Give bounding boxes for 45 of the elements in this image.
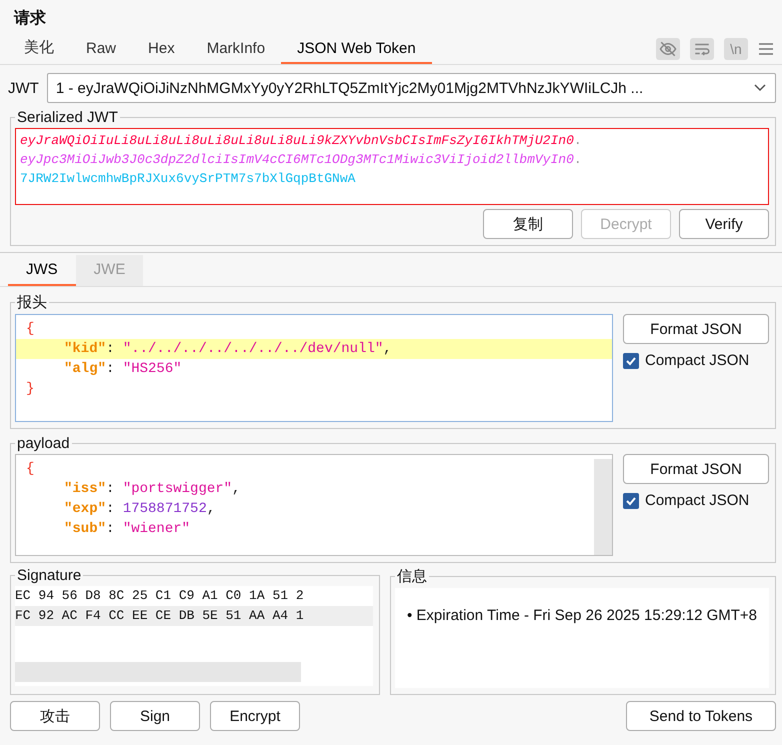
action-button[interactable]: Sign bbox=[110, 701, 200, 731]
format-json-button[interactable]: Format JSON bbox=[623, 314, 769, 344]
scrollbar[interactable] bbox=[594, 459, 612, 555]
action-button[interactable]: 攻击 bbox=[10, 701, 100, 731]
group-title: 报头 bbox=[16, 293, 48, 312]
group-title: Serialized JWT bbox=[16, 109, 119, 126]
action-button[interactable]: Encrypt bbox=[210, 701, 300, 731]
code-editor[interactable]: { "iss": "portswigger", "exp": 1758871752, "sub": "wiener" bbox=[15, 454, 613, 556]
tab[interactable]: Hex bbox=[132, 36, 191, 64]
action-button[interactable]: 复制 bbox=[483, 209, 573, 239]
eye-off-icon[interactable] bbox=[656, 38, 680, 60]
check-icon bbox=[625, 494, 637, 506]
code-line: { bbox=[25, 460, 36, 479]
action-button[interactable]: Verify bbox=[679, 209, 769, 239]
checkbox[interactable] bbox=[623, 352, 639, 368]
tab[interactable]: 美化 bbox=[8, 34, 70, 64]
code-line: "alg": "HS256" bbox=[63, 360, 183, 379]
group-title: payload bbox=[16, 435, 71, 452]
tab[interactable]: Raw bbox=[70, 36, 132, 64]
scrollbar[interactable] bbox=[15, 662, 301, 682]
group-title: 信息 bbox=[396, 567, 428, 586]
jwt-text[interactable]: eyJraWQiOiIuLi8uLi8uLi8uLi8uLi8uLi8uLi9kZXYvbnVsbCIsImFsZyI6IkhTMjU2In0. eyJpc3MiOiJwb3J0c3dpZ2dlciIsImV4cCI6MTc1ODg3MTc1Miwic3ViIjoid2llbmVyIn0. 7JRW2IwlwcmhwBpRJXux6vySrPTM7s7bXlGqpBtGNwA bbox=[15, 128, 769, 205]
tab[interactable]: MarkInfo bbox=[190, 36, 282, 64]
code-line: } bbox=[25, 380, 36, 399]
jwt-dropdown[interactable]: 1 - eyJraWQiOiJiNzNhMGMxYy0yY2RhLTQ5ZmItYjc2My01Mjg2MTVhNzJkYWIiLCJh ... bbox=[46, 73, 776, 103]
info-item: • Expiration Time - Fri Sep 26 2025 15:29:12 GMT+8 bbox=[407, 607, 758, 624]
code-line: "exp": 1758871752, bbox=[63, 500, 216, 519]
code-editor[interactable]: { "kid": "../../../../../../../dev/null", "alg": "HS256" } bbox=[15, 314, 613, 422]
code-line: "iss": "portswigger", bbox=[63, 480, 242, 499]
wrap-icon[interactable] bbox=[690, 38, 714, 60]
menu-icon[interactable] bbox=[758, 42, 774, 56]
tab[interactable]: JSON Web Token bbox=[281, 36, 432, 64]
compact-json-checkbox[interactable]: Compact JSON bbox=[623, 492, 769, 509]
chevron-down-icon bbox=[753, 83, 767, 93]
code-line: { bbox=[25, 320, 36, 339]
checkbox[interactable] bbox=[623, 492, 639, 508]
check-icon bbox=[625, 354, 637, 366]
hex-view[interactable]: EC 94 56 D8 8C 25 C1 C9 A1 C0 1A 51 2 FC 92 AC F4 CC EE CE DB 5E 51 AA A4 1 bbox=[15, 586, 373, 686]
code-line: "sub": "wiener" bbox=[63, 520, 192, 539]
compact-json-checkbox[interactable]: Compact JSON bbox=[623, 352, 769, 369]
send-to-tokens-button[interactable]: Send to Tokens bbox=[626, 701, 776, 731]
format-json-button[interactable]: Format JSON bbox=[623, 454, 769, 484]
jwt-label: JWT bbox=[8, 80, 39, 96]
group-title: Signature bbox=[16, 567, 82, 584]
panel-title: 请求 bbox=[12, 8, 47, 29]
